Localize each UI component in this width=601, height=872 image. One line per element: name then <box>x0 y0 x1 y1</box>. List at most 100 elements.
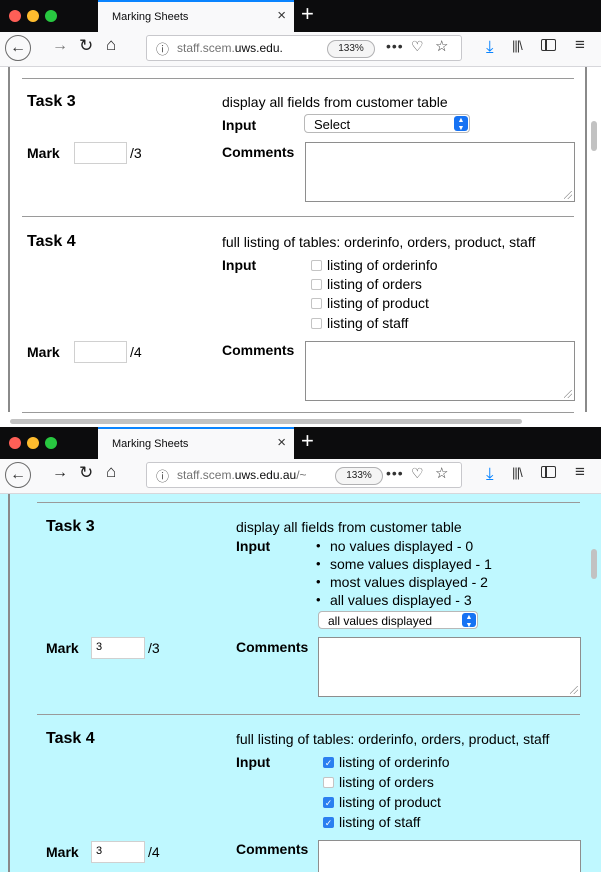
task4-title: Task 4 <box>27 233 76 250</box>
bookmark-star-icon[interactable]: ☆ <box>435 37 448 55</box>
screenshot-before: Marking Sheets × + ← → ↻ ⌂ ⓘ staff.scem.… <box>0 0 601 425</box>
task4-title: Task 4 <box>46 730 95 747</box>
divider <box>22 78 574 79</box>
task4-description: full listing of tables: orderinfo, order… <box>222 234 536 250</box>
checkbox-staff[interactable] <box>311 318 322 329</box>
info-icon[interactable]: ⓘ <box>156 39 169 58</box>
task3-title: Task 3 <box>46 518 95 535</box>
task3-comments-textarea[interactable] <box>305 142 575 202</box>
bullet-icon: • <box>316 592 321 607</box>
new-tab-icon[interactable]: + <box>301 428 314 454</box>
url-bar[interactable]: ⓘ staff.scem.uws.edu.au/~ 133% ••• ♡ ☆ <box>146 462 462 488</box>
page-border <box>8 67 10 412</box>
zoom-window-button[interactable] <box>45 437 57 449</box>
divider <box>37 714 580 715</box>
horizontal-scrollbar[interactable] <box>10 419 522 424</box>
minimize-window-button[interactable] <box>27 10 39 22</box>
checkbox-staff[interactable]: ✓ <box>323 817 334 828</box>
task3-input-label: Input <box>222 117 257 133</box>
checkbox-orderinfo[interactable]: ✓ <box>323 757 334 768</box>
checkbox-orders[interactable] <box>323 777 334 788</box>
task3-mark-input[interactable]: 3 <box>91 637 145 659</box>
resize-grip-icon[interactable] <box>570 686 578 694</box>
task3-mark-max: /3 <box>148 640 160 656</box>
vertical-scrollbar[interactable] <box>591 549 597 579</box>
resize-grip-icon[interactable] <box>564 191 572 199</box>
task4-mark-label: Mark <box>46 844 79 860</box>
bullet-icon: • <box>316 556 321 571</box>
tab-marking-sheets[interactable]: Marking Sheets × <box>98 427 294 459</box>
sidebar-icon[interactable] <box>541 466 556 478</box>
task4-comments-label: Comments <box>222 342 295 358</box>
checkbox-product[interactable] <box>311 298 322 309</box>
reload-icon[interactable]: ↻ <box>79 463 93 483</box>
download-icon[interactable]: ⤓ <box>486 464 494 484</box>
library-icon[interactable]: |||\ <box>512 38 523 53</box>
resize-grip-icon[interactable] <box>564 390 572 398</box>
zoom-badge[interactable]: 133% <box>327 40 375 58</box>
close-window-button[interactable] <box>9 10 21 22</box>
checkbox-product[interactable]: ✓ <box>323 797 334 808</box>
divider <box>22 216 574 217</box>
task4-comments-textarea[interactable] <box>318 840 581 872</box>
info-icon[interactable]: ⓘ <box>156 466 169 485</box>
pocket-icon[interactable]: ♡ <box>411 465 424 482</box>
task4-mark-input[interactable]: 3 <box>91 841 145 863</box>
tab-marking-sheets[interactable]: Marking Sheets × <box>98 0 294 32</box>
task3-select[interactable]: all values displayed ▲ ▼ <box>318 611 478 629</box>
checkbox-label: listing of product <box>327 295 429 311</box>
checkbox-orders[interactable] <box>311 279 322 290</box>
new-tab-icon[interactable]: + <box>301 1 314 27</box>
bookmark-star-icon[interactable]: ☆ <box>435 464 448 482</box>
task3-select-value: Select <box>314 117 351 132</box>
more-actions-icon[interactable]: ••• <box>386 38 404 54</box>
menu-icon[interactable]: ≡ <box>575 462 585 482</box>
task3-mark-max: /3 <box>130 145 142 161</box>
option-text: all values displayed - 3 <box>330 592 472 608</box>
task4-comments-textarea[interactable] <box>305 341 575 401</box>
task4-description: full listing of tables: orderinfo, order… <box>236 731 550 747</box>
menu-icon[interactable]: ≡ <box>575 35 585 55</box>
home-icon[interactable]: ⌂ <box>106 35 116 55</box>
task3-comments-textarea[interactable] <box>318 637 581 697</box>
task3-description: display all fields from customer table <box>222 94 448 110</box>
close-window-button[interactable] <box>9 437 21 449</box>
task3-select[interactable]: Select ▲ ▼ <box>304 114 470 133</box>
task3-comments-label: Comments <box>222 144 295 160</box>
close-tab-icon[interactable]: × <box>277 434 286 451</box>
pocket-icon[interactable]: ♡ <box>411 38 424 55</box>
download-icon[interactable]: ⤓ <box>486 37 494 57</box>
checkbox-orderinfo[interactable] <box>311 260 322 271</box>
divider <box>22 412 574 413</box>
task4-mark-input[interactable] <box>74 341 127 363</box>
minimize-window-button[interactable] <box>27 437 39 449</box>
reload-icon[interactable]: ↻ <box>79 36 93 56</box>
checkbox-label: listing of staff <box>339 814 421 830</box>
checkbox-label: listing of orderinfo <box>339 754 450 770</box>
task3-select-value: all values displayed <box>328 614 433 628</box>
task3-mark-input[interactable] <box>74 142 127 164</box>
close-tab-icon[interactable]: × <box>277 7 286 24</box>
more-actions-icon[interactable]: ••• <box>386 465 404 481</box>
tab-title: Marking Sheets <box>112 438 189 450</box>
task3-description: display all fields from customer table <box>236 519 462 535</box>
task4-comments-label: Comments <box>236 841 309 857</box>
nav-bar: ← → ↻ ⌂ ⓘ staff.scem.uws.edu.au/~ 133% •… <box>0 459 601 494</box>
url-bar[interactable]: ⓘ staff.scem.uws.edu. 133% ••• ♡ ☆ <box>146 35 462 61</box>
vertical-scrollbar[interactable] <box>591 121 597 151</box>
task3-title: Task 3 <box>27 93 76 110</box>
zoom-window-button[interactable] <box>45 10 57 22</box>
checkbox-label: listing of orders <box>339 774 434 790</box>
back-icon[interactable]: ← <box>5 462 31 488</box>
checkbox-label: listing of orders <box>327 276 422 292</box>
chevron-updown-icon: ▲ ▼ <box>454 116 468 132</box>
option-text: most values displayed - 2 <box>330 574 488 590</box>
sidebar-icon[interactable] <box>541 39 556 51</box>
home-icon[interactable]: ⌂ <box>106 462 116 482</box>
back-icon[interactable]: ← <box>5 35 31 61</box>
library-icon[interactable]: |||\ <box>512 465 523 480</box>
zoom-badge[interactable]: 133% <box>335 467 383 485</box>
forward-icon[interactable]: → <box>52 464 68 482</box>
task4-mark-max: /4 <box>130 344 142 360</box>
forward-icon[interactable]: → <box>52 37 68 55</box>
